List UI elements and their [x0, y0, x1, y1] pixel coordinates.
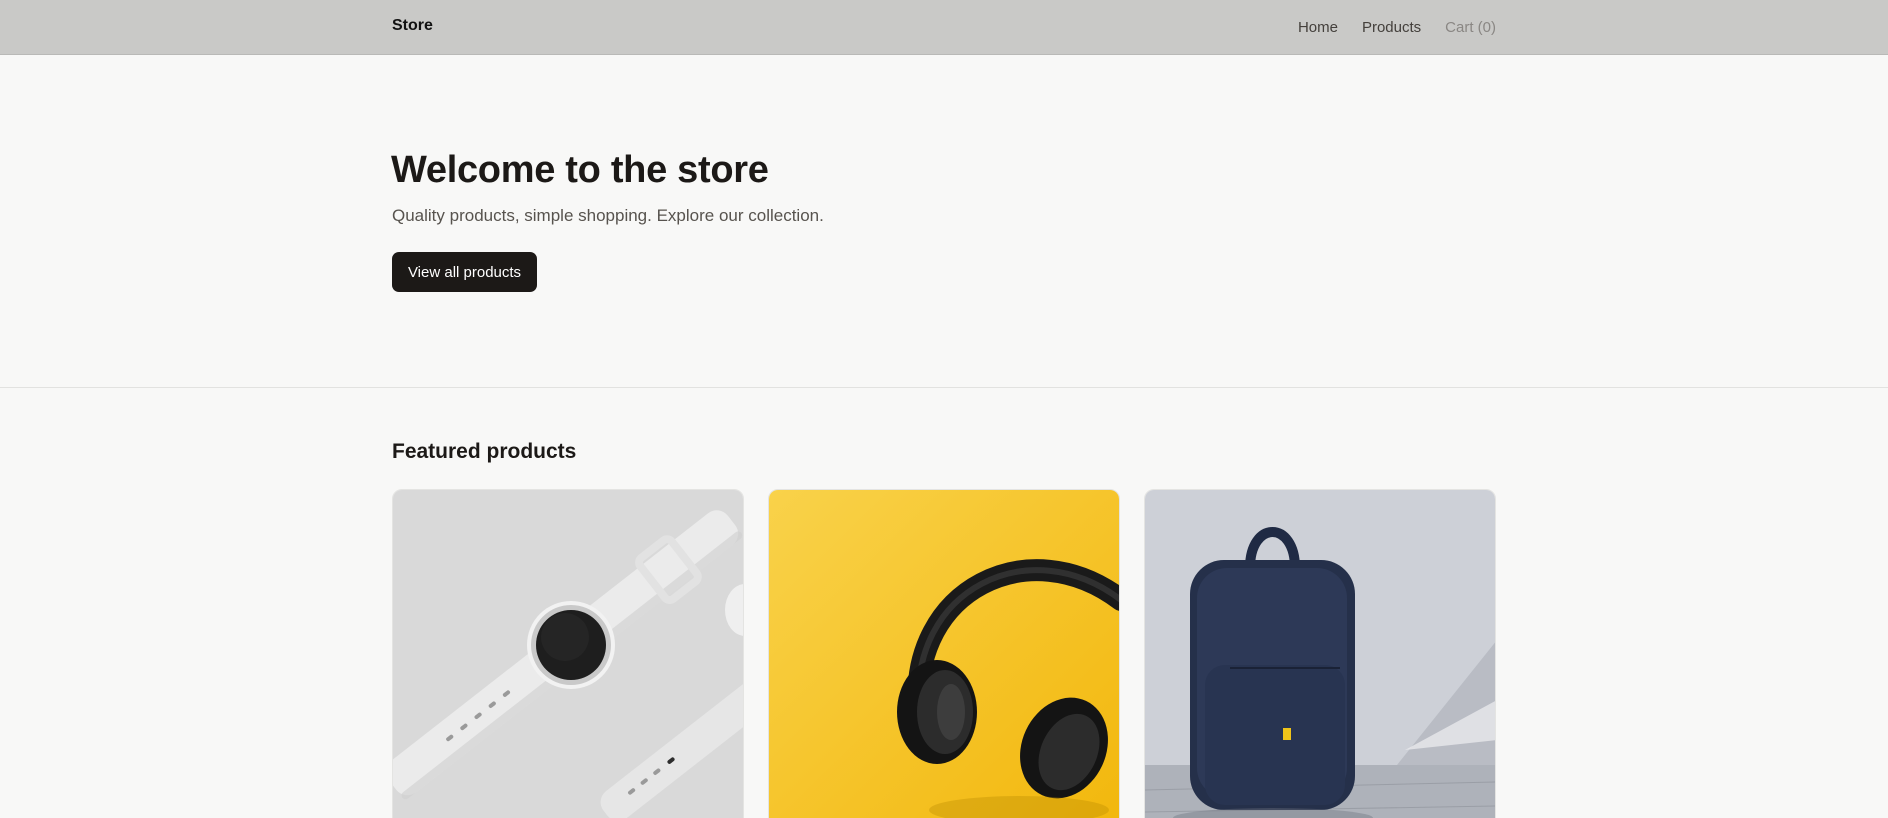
nav-cart-link[interactable]: Cart (0) — [1445, 19, 1496, 36]
top-nav-bar: Store Home Products Cart (0) — [0, 0, 1888, 55]
hero-subtitle: Quality products, simple shopping. Explo… — [392, 206, 824, 225]
product-card-smartwatch[interactable] — [392, 489, 744, 818]
nav-home-link[interactable]: Home — [1298, 19, 1338, 36]
hero-title: Welcome to the store — [391, 149, 769, 191]
view-all-products-button[interactable]: View all products — [392, 252, 537, 292]
featured-products-grid — [392, 489, 1496, 818]
nav-products-link[interactable]: Products — [1362, 19, 1421, 36]
backpack-image — [1145, 490, 1495, 818]
brand-logo-link[interactable]: Store — [392, 17, 433, 35]
hero-section: Welcome to the store Quality products, s… — [0, 55, 1888, 388]
smartwatch-image — [393, 490, 743, 818]
headphones-image — [769, 490, 1119, 818]
product-card-headphones[interactable] — [768, 489, 1120, 818]
product-card-backpack[interactable] — [1144, 489, 1496, 818]
main-nav: Home Products Cart (0) — [1298, 19, 1496, 36]
featured-products-heading: Featured products — [392, 440, 577, 463]
